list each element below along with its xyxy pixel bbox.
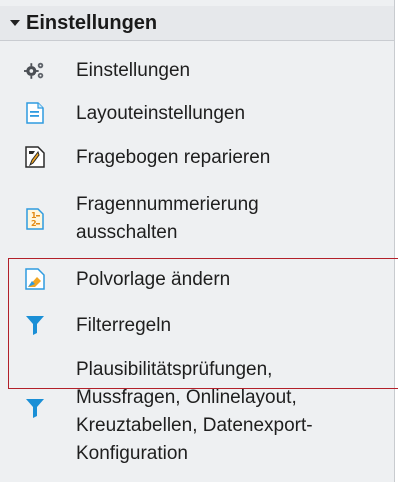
menu-item-label-line-3: Kreuztabellen, Datenexport- <box>76 415 313 436</box>
template-icon <box>24 268 46 290</box>
filter-icon <box>24 397 46 419</box>
panel-divider <box>394 0 395 482</box>
menu-item-label: Filterregeln <box>76 315 172 336</box>
menu-item-plausibilitaetspruefungen[interactable]: Plausibilitätsprüfungen, Mussfragen, Onl… <box>0 355 394 473</box>
menu-item-label: Layouteinstellungen <box>76 103 246 124</box>
menu-item-fragebogen-reparieren[interactable]: Fragebogen reparieren <box>0 143 394 173</box>
section-title: Einstellungen <box>26 11 158 34</box>
menu-item-filterregeln[interactable]: Filterregeln <box>0 311 394 341</box>
menu-item-label: Polvorlage ändern <box>76 269 231 290</box>
filter-icon <box>24 314 46 336</box>
menu-item-polvorlage-aendern[interactable]: Polvorlage ändern <box>0 265 394 295</box>
menu-item-label: Fragebogen reparieren <box>76 147 271 168</box>
menu-item-einstellungen[interactable]: Einstellungen <box>0 56 394 86</box>
menu-item-layouteinstellungen[interactable]: Layouteinstellungen <box>0 99 394 129</box>
menu-item-label-line-2: Mussfragen, Onlinelayout, <box>76 387 297 408</box>
document-icon <box>24 102 46 124</box>
caret-down-icon[interactable] <box>10 20 20 26</box>
menu-item-label: Einstellungen <box>76 60 191 81</box>
section-header[interactable]: Einstellungen <box>0 6 394 41</box>
menu-item-label-line-4: Konfiguration <box>76 443 188 464</box>
gears-icon <box>24 60 46 82</box>
menu-item-label-line-1: Fragennummerierung <box>76 194 259 215</box>
wrench-icon <box>24 146 46 168</box>
numbering-icon: 1 2 <box>24 208 46 230</box>
menu-item-fragennummerierung-ausschalten[interactable]: 1 2 Fragennummerierung ausschalten <box>0 190 394 248</box>
menu-item-label-line-2: ausschalten <box>76 222 178 243</box>
svg-text:2: 2 <box>31 219 37 228</box>
menu-item-label-line-1: Plausibilitätsprüfungen, <box>76 359 273 380</box>
